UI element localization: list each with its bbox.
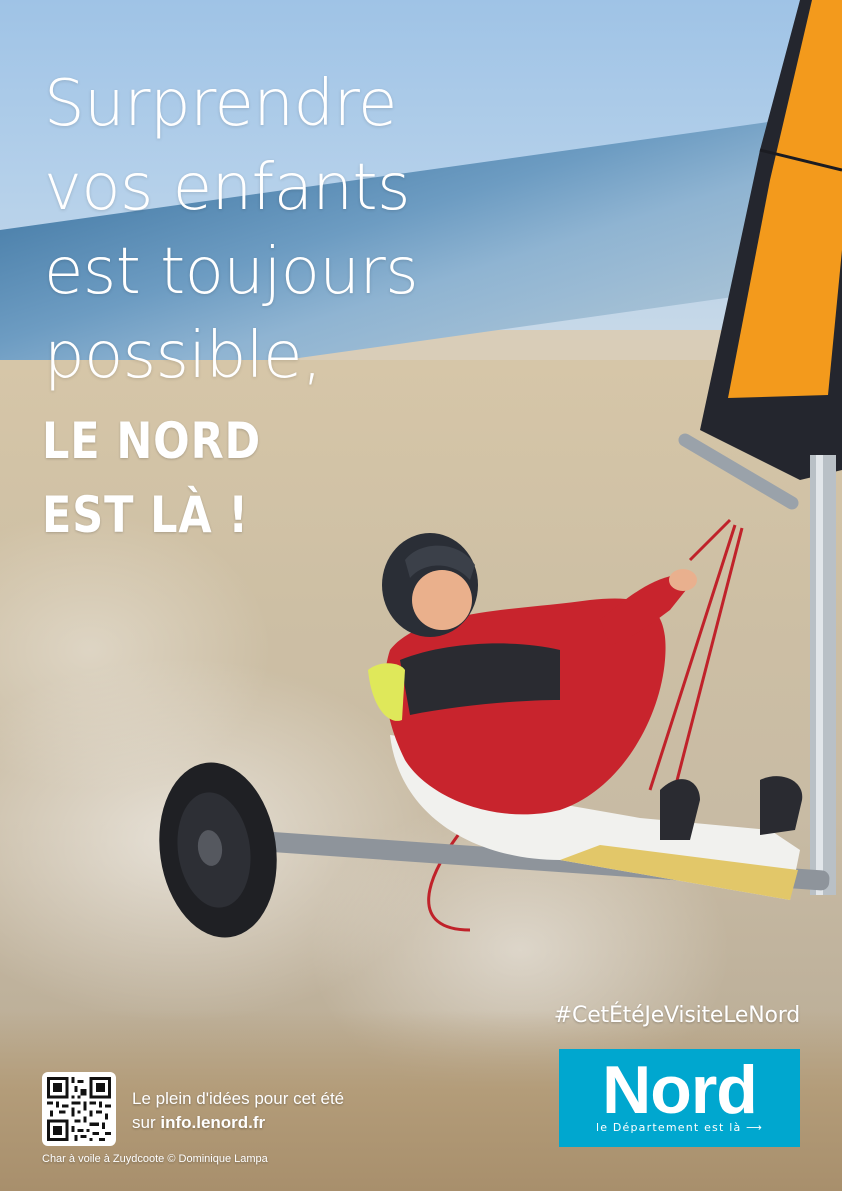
logo-word: Nord <box>602 1052 758 1128</box>
tagline-line: LE NORD <box>42 412 262 470</box>
headline-line: Surprendre <box>44 67 397 141</box>
nord-logo: Nord le Département est là ⟶ <box>559 1049 800 1147</box>
sail <box>700 0 842 480</box>
qr-code-icon[interactable] <box>42 1072 116 1146</box>
headline-line: est toujours <box>44 235 419 309</box>
info-url-link[interactable]: info.lenord.fr <box>160 1113 265 1132</box>
headline-line: vos enfants <box>44 151 410 225</box>
headline: Surprendre vos enfants est toujours poss… <box>44 62 484 398</box>
logo-subtitle: le Département est là ⟶ <box>595 1121 764 1134</box>
poster: Surprendre vos enfants est toujours poss… <box>0 0 842 1191</box>
info-line-1: Le plein d'idées pour cet été <box>132 1089 345 1108</box>
photo-credit: Char à voile à Zuydcoote © Dominique Lam… <box>42 1153 268 1165</box>
qr-code-graphic <box>47 1077 111 1141</box>
hashtag: #CetÉtéJeVisiteLeNord <box>553 1003 800 1028</box>
tagline: LE NORD EST LÀ ! <box>42 404 362 552</box>
info-prefix: sur <box>132 1113 161 1132</box>
wheel <box>159 762 277 938</box>
info-text: Le plein d'idées pour cet été sur info.l… <box>132 1087 344 1135</box>
tagline-line: EST LÀ ! <box>42 486 249 544</box>
headline-line: possible, <box>44 319 322 393</box>
